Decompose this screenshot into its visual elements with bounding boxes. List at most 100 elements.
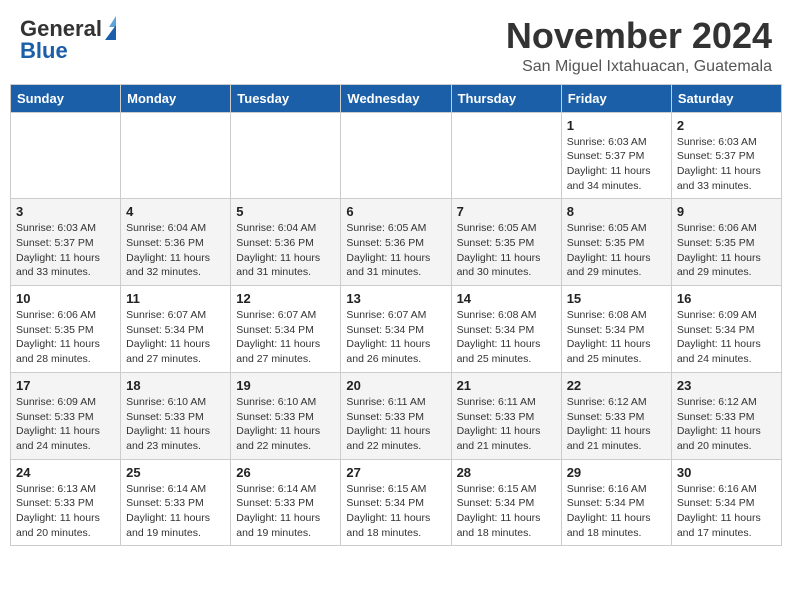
day-info: Sunrise: 6:13 AM Sunset: 5:33 PM Dayligh… bbox=[16, 482, 115, 541]
calendar-week-row: 3 Sunrise: 6:03 AM Sunset: 5:37 PM Daylig… bbox=[11, 199, 782, 286]
calendar-cell: 12 Sunrise: 6:07 AM Sunset: 5:34 PM Dayli… bbox=[231, 286, 341, 373]
day-number: 25 bbox=[126, 465, 225, 480]
day-info: Sunrise: 6:06 AM Sunset: 5:35 PM Dayligh… bbox=[677, 221, 776, 280]
day-info: Sunrise: 6:14 AM Sunset: 5:33 PM Dayligh… bbox=[236, 482, 335, 541]
day-info: Sunrise: 6:10 AM Sunset: 5:33 PM Dayligh… bbox=[126, 395, 225, 454]
day-info: Sunrise: 6:05 AM Sunset: 5:35 PM Dayligh… bbox=[457, 221, 556, 280]
day-number: 19 bbox=[236, 378, 335, 393]
calendar-cell: 1Sunrise: 6:03 AM Sunset: 5:37 PM Daylig… bbox=[561, 112, 671, 199]
title-block: November 2024 San Miguel Ixtahuacan, Gua… bbox=[506, 16, 772, 76]
day-number: 30 bbox=[677, 465, 776, 480]
day-number: 21 bbox=[457, 378, 556, 393]
calendar-cell bbox=[341, 112, 451, 199]
logo: General Blue bbox=[20, 16, 116, 64]
calendar-cell: 3 Sunrise: 6:03 AM Sunset: 5:37 PM Daylig… bbox=[11, 199, 121, 286]
calendar-cell bbox=[231, 112, 341, 199]
day-info: Sunrise: 6:04 AM Sunset: 5:36 PM Dayligh… bbox=[126, 221, 225, 280]
day-number: 9 bbox=[677, 204, 776, 219]
calendar-cell: 11 Sunrise: 6:07 AM Sunset: 5:34 PM Dayli… bbox=[121, 286, 231, 373]
day-number: 20 bbox=[346, 378, 445, 393]
calendar-cell: 8 Sunrise: 6:05 AM Sunset: 5:35 PM Daylig… bbox=[561, 199, 671, 286]
day-info: Sunrise: 6:03 AM Sunset: 5:37 PM Dayligh… bbox=[16, 221, 115, 280]
day-number: 12 bbox=[236, 291, 335, 306]
day-number: 22 bbox=[567, 378, 666, 393]
calendar-cell: 30 Sunrise: 6:16 AM Sunset: 5:34 PM Dayli… bbox=[671, 459, 781, 546]
calendar-header-row: SundayMondayTuesdayWednesdayThursdayFrid… bbox=[11, 84, 782, 112]
day-info: Sunrise: 6:07 AM Sunset: 5:34 PM Dayligh… bbox=[236, 308, 335, 367]
day-info: Sunrise: 6:07 AM Sunset: 5:34 PM Dayligh… bbox=[126, 308, 225, 367]
page-header: General Blue November 2024 San Miguel Ix… bbox=[0, 0, 792, 84]
day-info: Sunrise: 6:03 AM Sunset: 5:37 PM Dayligh… bbox=[677, 135, 776, 194]
calendar-cell: 18 Sunrise: 6:10 AM Sunset: 5:33 PM Dayli… bbox=[121, 372, 231, 459]
calendar-cell: 5 Sunrise: 6:04 AM Sunset: 5:36 PM Daylig… bbox=[231, 199, 341, 286]
weekday-header-saturday: Saturday bbox=[671, 84, 781, 112]
day-info: Sunrise: 6:05 AM Sunset: 5:35 PM Dayligh… bbox=[567, 221, 666, 280]
weekday-header-tuesday: Tuesday bbox=[231, 84, 341, 112]
day-info: Sunrise: 6:04 AM Sunset: 5:36 PM Dayligh… bbox=[236, 221, 335, 280]
day-number: 2 bbox=[677, 118, 776, 133]
day-number: 4 bbox=[126, 204, 225, 219]
calendar-cell: 14Sunrise: 6:08 AM Sunset: 5:34 PM Dayli… bbox=[451, 286, 561, 373]
day-info: Sunrise: 6:11 AM Sunset: 5:33 PM Dayligh… bbox=[457, 395, 556, 454]
day-number: 24 bbox=[16, 465, 115, 480]
day-info: Sunrise: 6:16 AM Sunset: 5:34 PM Dayligh… bbox=[567, 482, 666, 541]
weekday-header-sunday: Sunday bbox=[11, 84, 121, 112]
day-number: 18 bbox=[126, 378, 225, 393]
day-number: 6 bbox=[346, 204, 445, 219]
day-info: Sunrise: 6:03 AM Sunset: 5:37 PM Dayligh… bbox=[567, 135, 666, 194]
day-info: Sunrise: 6:05 AM Sunset: 5:36 PM Dayligh… bbox=[346, 221, 445, 280]
day-number: 7 bbox=[457, 204, 556, 219]
calendar-cell: 17Sunrise: 6:09 AM Sunset: 5:33 PM Dayli… bbox=[11, 372, 121, 459]
day-info: Sunrise: 6:07 AM Sunset: 5:34 PM Dayligh… bbox=[346, 308, 445, 367]
calendar-cell: 26 Sunrise: 6:14 AM Sunset: 5:33 PM Dayli… bbox=[231, 459, 341, 546]
day-number: 16 bbox=[677, 291, 776, 306]
day-number: 5 bbox=[236, 204, 335, 219]
calendar-cell: 21 Sunrise: 6:11 AM Sunset: 5:33 PM Dayli… bbox=[451, 372, 561, 459]
calendar-cell: 16Sunrise: 6:09 AM Sunset: 5:34 PM Dayli… bbox=[671, 286, 781, 373]
calendar-week-row: 24 Sunrise: 6:13 AM Sunset: 5:33 PM Dayli… bbox=[11, 459, 782, 546]
day-info: Sunrise: 6:12 AM Sunset: 5:33 PM Dayligh… bbox=[567, 395, 666, 454]
calendar-cell: 24 Sunrise: 6:13 AM Sunset: 5:33 PM Dayli… bbox=[11, 459, 121, 546]
calendar-cell bbox=[451, 112, 561, 199]
day-number: 11 bbox=[126, 291, 225, 306]
day-number: 13 bbox=[346, 291, 445, 306]
calendar-cell: 29 Sunrise: 6:16 AM Sunset: 5:34 PM Dayli… bbox=[561, 459, 671, 546]
day-info: Sunrise: 6:08 AM Sunset: 5:34 PM Dayligh… bbox=[567, 308, 666, 367]
calendar-cell: 19 Sunrise: 6:10 AM Sunset: 5:33 PM Dayli… bbox=[231, 372, 341, 459]
calendar-cell: 28 Sunrise: 6:15 AM Sunset: 5:34 PM Dayli… bbox=[451, 459, 561, 546]
day-number: 27 bbox=[346, 465, 445, 480]
calendar-cell: 13 Sunrise: 6:07 AM Sunset: 5:34 PM Dayli… bbox=[341, 286, 451, 373]
day-number: 23 bbox=[677, 378, 776, 393]
day-info: Sunrise: 6:16 AM Sunset: 5:34 PM Dayligh… bbox=[677, 482, 776, 541]
day-info: Sunrise: 6:15 AM Sunset: 5:34 PM Dayligh… bbox=[346, 482, 445, 541]
day-info: Sunrise: 6:14 AM Sunset: 5:33 PM Dayligh… bbox=[126, 482, 225, 541]
day-number: 3 bbox=[16, 204, 115, 219]
calendar-cell: 23 Sunrise: 6:12 AM Sunset: 5:33 PM Dayli… bbox=[671, 372, 781, 459]
calendar-week-row: 17Sunrise: 6:09 AM Sunset: 5:33 PM Dayli… bbox=[11, 372, 782, 459]
day-info: Sunrise: 6:15 AM Sunset: 5:34 PM Dayligh… bbox=[457, 482, 556, 541]
logo-text-blue: Blue bbox=[20, 38, 68, 63]
calendar-week-row: 10Sunrise: 6:06 AM Sunset: 5:35 PM Dayli… bbox=[11, 286, 782, 373]
day-info: Sunrise: 6:09 AM Sunset: 5:33 PM Dayligh… bbox=[16, 395, 115, 454]
calendar-week-row: 1Sunrise: 6:03 AM Sunset: 5:37 PM Daylig… bbox=[11, 112, 782, 199]
day-number: 14 bbox=[457, 291, 556, 306]
day-number: 8 bbox=[567, 204, 666, 219]
day-number: 28 bbox=[457, 465, 556, 480]
calendar-cell bbox=[11, 112, 121, 199]
calendar-table: SundayMondayTuesdayWednesdayThursdayFrid… bbox=[10, 84, 782, 547]
day-info: Sunrise: 6:06 AM Sunset: 5:35 PM Dayligh… bbox=[16, 308, 115, 367]
weekday-header-wednesday: Wednesday bbox=[341, 84, 451, 112]
day-number: 26 bbox=[236, 465, 335, 480]
calendar-cell: 4 Sunrise: 6:04 AM Sunset: 5:36 PM Daylig… bbox=[121, 199, 231, 286]
weekday-header-friday: Friday bbox=[561, 84, 671, 112]
calendar-cell: 20Sunrise: 6:11 AM Sunset: 5:33 PM Dayli… bbox=[341, 372, 451, 459]
calendar-cell: 10Sunrise: 6:06 AM Sunset: 5:35 PM Dayli… bbox=[11, 286, 121, 373]
day-info: Sunrise: 6:10 AM Sunset: 5:33 PM Dayligh… bbox=[236, 395, 335, 454]
day-number: 29 bbox=[567, 465, 666, 480]
calendar-cell: 15Sunrise: 6:08 AM Sunset: 5:34 PM Dayli… bbox=[561, 286, 671, 373]
day-info: Sunrise: 6:12 AM Sunset: 5:33 PM Dayligh… bbox=[677, 395, 776, 454]
calendar-cell: 9 Sunrise: 6:06 AM Sunset: 5:35 PM Daylig… bbox=[671, 199, 781, 286]
calendar-cell: 22 Sunrise: 6:12 AM Sunset: 5:33 PM Dayli… bbox=[561, 372, 671, 459]
location-title: San Miguel Ixtahuacan, Guatemala bbox=[506, 58, 772, 76]
calendar-cell: 27 Sunrise: 6:15 AM Sunset: 5:34 PM Dayli… bbox=[341, 459, 451, 546]
